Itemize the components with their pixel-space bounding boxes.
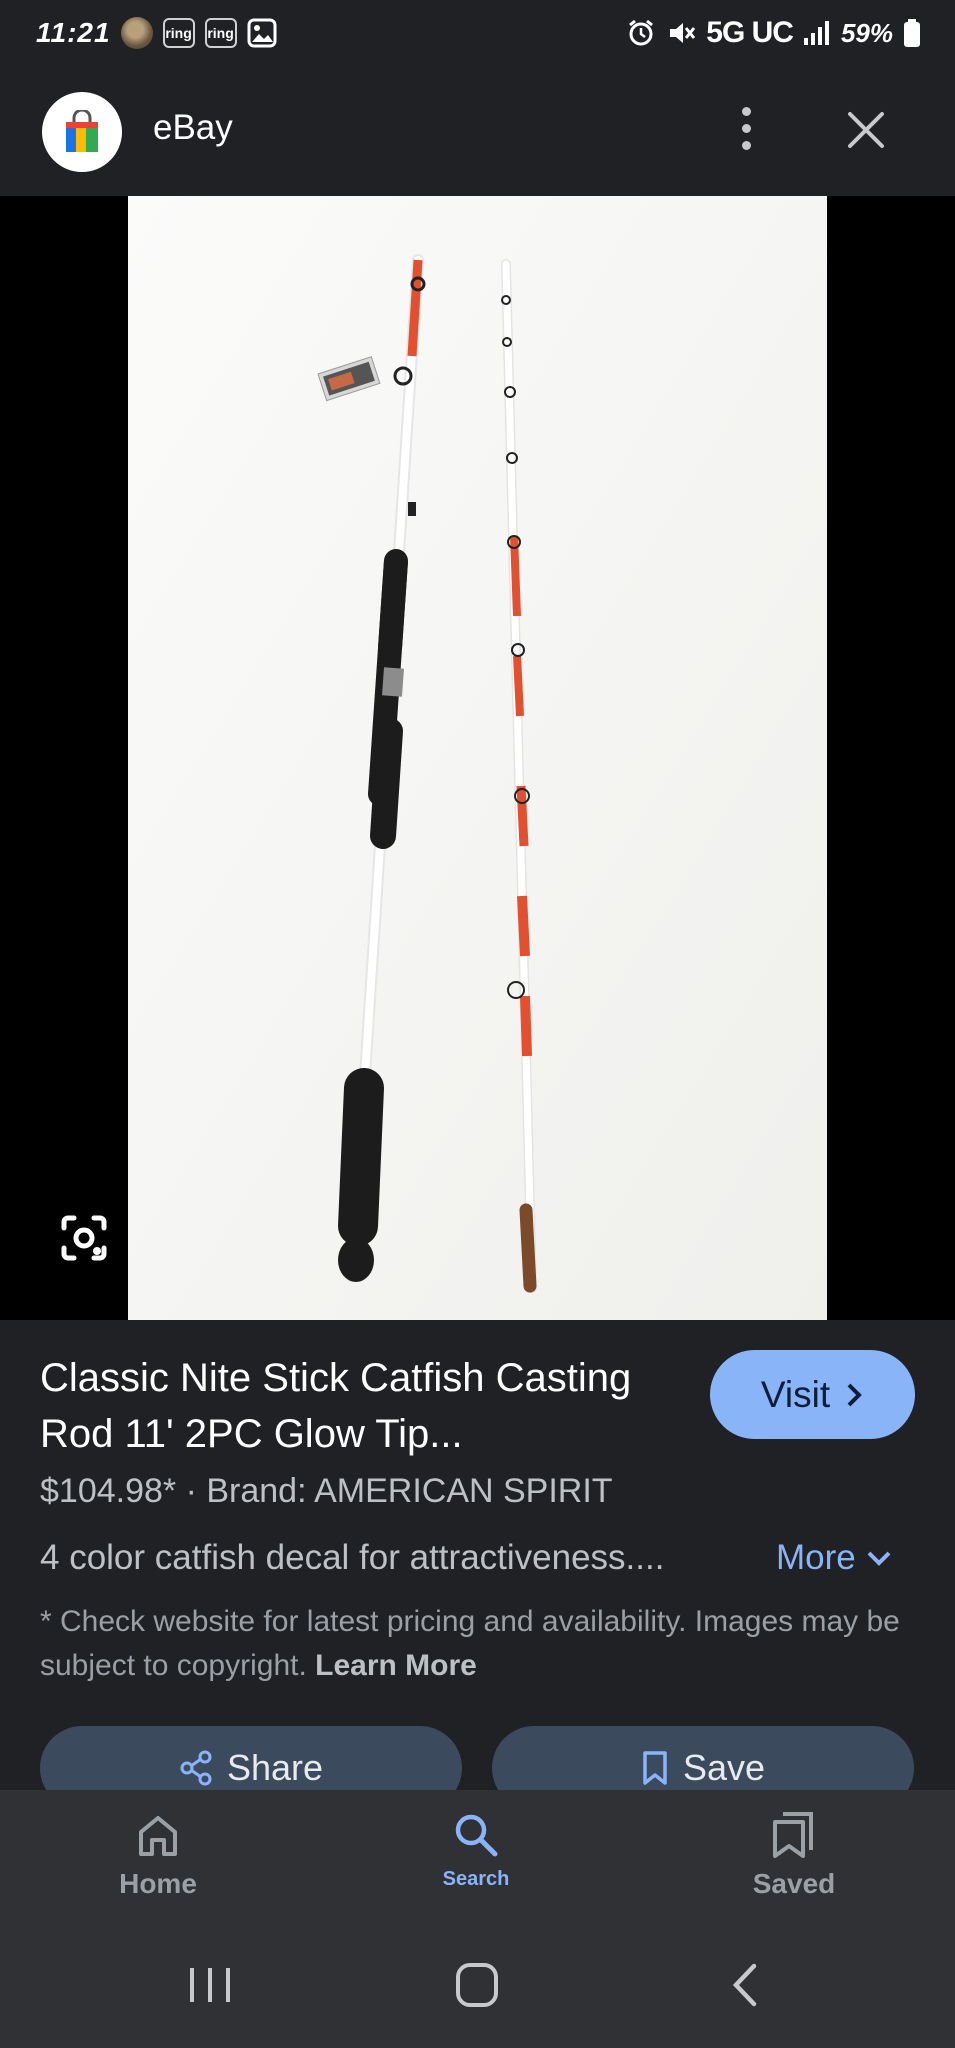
save-label: Save	[682, 1747, 766, 1788]
app-header: eBay	[0, 64, 955, 196]
nav-saved-label: Saved	[752, 1868, 836, 1899]
gallery-icon	[247, 18, 277, 48]
ring-notification-icon: ring	[204, 18, 237, 48]
alarm-icon	[629, 19, 654, 46]
visit-button[interactable]: Visit	[710, 1350, 915, 1439]
recent-apps-icon[interactable]	[180, 1962, 240, 2008]
search-icon	[455, 1814, 498, 1857]
share-icon	[180, 1750, 212, 1786]
disclaimer: * Check website for latest pricing and a…	[40, 1600, 920, 1688]
image-viewer	[0, 196, 955, 1320]
back-icon[interactable]	[716, 1962, 776, 2008]
bookmark-icon	[643, 1751, 667, 1785]
nav-home-label: Home	[119, 1868, 197, 1899]
nav-search[interactable]: Search	[376, 1810, 576, 1920]
home-button-icon[interactable]	[446, 1962, 506, 2008]
product-description: 4 color catfish decal for attractiveness…	[40, 1538, 665, 1577]
system-navigation-bar	[0, 1920, 955, 2048]
nav-search-label: Search	[442, 1868, 510, 1890]
nav-home[interactable]: Home	[58, 1810, 258, 1920]
notification-avatar-icon	[120, 17, 153, 49]
product-title[interactable]: Classic Nite Stick Catfish Casting Rod 1…	[40, 1350, 680, 1462]
status-time: 11:21	[36, 17, 111, 48]
page-title: eBay	[153, 108, 233, 147]
status-bar: 11:21 ring ring 5G UC 59%	[0, 0, 955, 64]
product-image[interactable]	[128, 196, 827, 1320]
product-info-panel: Classic Nite Stick Catfish Casting Rod 1…	[0, 1320, 955, 1810]
share-label: Share	[226, 1747, 324, 1788]
battery-percent: 59%	[840, 17, 893, 48]
shopping-bag-logo-icon	[42, 92, 122, 172]
more-options-icon[interactable]	[728, 98, 764, 158]
nav-saved[interactable]: Saved	[694, 1810, 894, 1920]
more-label: More	[776, 1538, 856, 1577]
saved-icon	[773, 1812, 813, 1858]
mute-icon	[670, 23, 696, 43]
home-icon	[139, 1816, 177, 1856]
visit-label: Visit	[760, 1373, 831, 1415]
lens-search-icon[interactable]	[56, 1210, 112, 1266]
more-button[interactable]: More	[776, 1538, 892, 1578]
chevron-right-icon	[847, 1383, 862, 1406]
signal-icon	[803, 21, 829, 45]
learn-more-link[interactable]: Learn More	[315, 1649, 477, 1682]
close-icon[interactable]	[838, 102, 894, 158]
bottom-navigation: Home Search Saved	[0, 1790, 955, 1920]
battery-icon	[904, 19, 920, 47]
network-type: 5G UC	[706, 16, 794, 49]
price-brand: $104.98* · Brand: AMERICAN SPIRIT	[40, 1472, 613, 1510]
ring-notification-icon: ring	[162, 18, 195, 48]
chevron-down-icon	[867, 1551, 891, 1566]
